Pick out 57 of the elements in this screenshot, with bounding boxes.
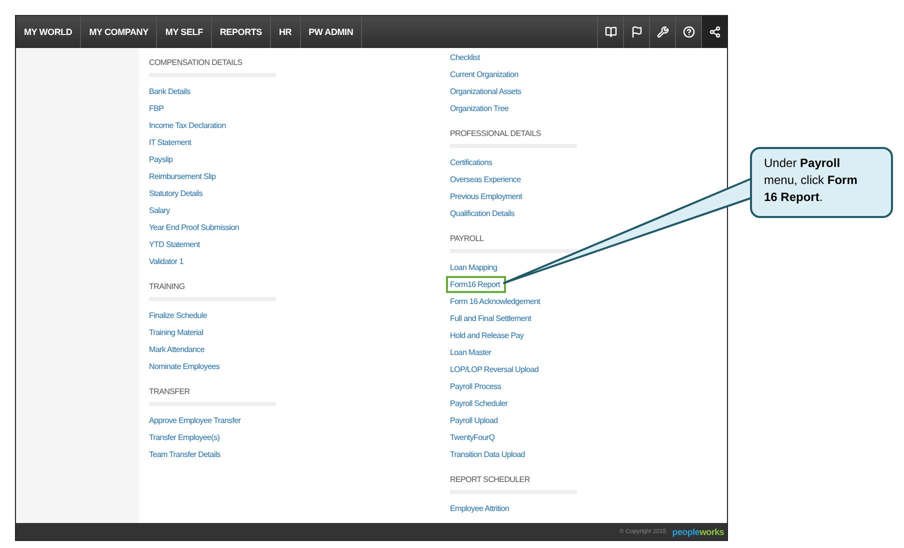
menu-link[interactable]: Form16 Report — [446, 276, 506, 293]
menu-link[interactable]: Payroll Scheduler — [450, 395, 508, 412]
menu-link[interactable]: Certifications — [450, 154, 492, 171]
menu-link[interactable]: Salary — [149, 202, 170, 219]
menu-link[interactable]: Full and Final Settlement — [450, 310, 531, 327]
section-heading: REPORT SCHEDULER — [450, 474, 531, 486]
menu-link[interactable]: Transition Data Upload — [450, 446, 525, 463]
help-icon — [682, 26, 694, 38]
section-heading: COMPENSATION DETAILS — [149, 57, 244, 69]
toolbar-button[interactable] — [701, 16, 727, 48]
menu-link[interactable]: Loan Mapping — [450, 259, 498, 276]
menu-link[interactable]: Checklist — [450, 49, 480, 66]
menu-link[interactable]: Team Transfer Details — [149, 446, 221, 463]
menu-link[interactable]: TwentyFourQ — [450, 429, 495, 446]
menu-link[interactable]: Overseas Experience — [450, 171, 521, 188]
menu-link[interactable]: FBP — [149, 100, 164, 117]
callout-text: Under Payroll menu, click Form 16 Report. — [750, 147, 893, 218]
share-icon — [708, 26, 720, 38]
menu-link[interactable]: Form 16 Acknowledgement — [450, 293, 540, 310]
menu-link[interactable]: Current Organization — [450, 66, 518, 83]
menu-link[interactable]: Payroll Upload — [450, 412, 498, 429]
menu-link[interactable]: Payslip — [149, 151, 173, 168]
wrench-icon — [656, 26, 668, 38]
menu-link[interactable]: Validator 1 — [149, 253, 184, 270]
menu-link[interactable]: Income Tax Declaration — [149, 117, 226, 134]
menu-link[interactable]: Finalize Schedule — [149, 307, 208, 324]
book-icon — [604, 26, 616, 38]
nav-tab[interactable]: HR — [270, 16, 301, 48]
nav-tab[interactable]: MY SELF — [157, 16, 212, 48]
section-heading: PAYROLL — [450, 233, 485, 245]
section-heading: PROFESSIONAL DETAILS — [450, 128, 542, 140]
menu-link[interactable]: Payroll Process — [450, 378, 502, 395]
menu-link[interactable]: IT Statement — [149, 134, 192, 151]
menu-link[interactable]: Statutory Details — [149, 185, 203, 202]
menu-link[interactable]: Mark Attendance — [149, 341, 205, 358]
nav-tab[interactable]: PW ADMIN — [300, 16, 362, 48]
menu-link[interactable]: Reimbursement Slip — [149, 168, 216, 185]
nav-tab[interactable]: REPORTS — [212, 16, 271, 48]
menu-link[interactable]: Employee Attrition — [450, 500, 510, 517]
logo: peopleworks — [672, 526, 724, 536]
menu-link[interactable]: Qualification Details — [450, 205, 514, 222]
menu-link[interactable]: Organizational Assets — [450, 83, 522, 100]
menu-link[interactable]: Nominate Employees — [149, 358, 220, 375]
menu-link[interactable]: Previous Employment — [450, 188, 522, 205]
section-heading: TRANSFER — [149, 386, 191, 398]
menu-link[interactable]: Training Material — [149, 324, 204, 341]
menu-link[interactable]: Hold and Release Pay — [450, 327, 524, 344]
section-heading: TRAINING — [149, 281, 186, 293]
menu-link[interactable]: Organization Tree — [450, 100, 508, 117]
menu-link[interactable]: Year End Proof Submission — [149, 219, 240, 236]
menu-link[interactable]: Approve Employee Transfer — [149, 412, 241, 429]
flag-icon — [630, 26, 642, 38]
menu-link[interactable]: Loan Master — [450, 344, 492, 361]
menu-link[interactable]: YTD Statement — [149, 236, 200, 253]
menu-link[interactable]: Transfer Employee(s) — [149, 429, 220, 446]
menu-link[interactable]: LOP/LOP Reversal Upload — [450, 361, 539, 378]
menu-link[interactable]: Bank Details — [149, 83, 190, 100]
